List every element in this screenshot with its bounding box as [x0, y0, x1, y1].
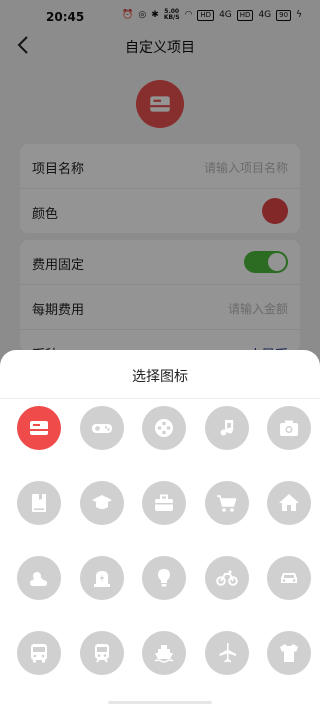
film-reel-icon [155, 419, 173, 437]
icon-option-home[interactable] [267, 481, 311, 525]
train-icon [94, 644, 109, 663]
icon-option-train[interactable] [79, 631, 124, 675]
book-icon [32, 494, 46, 512]
alarm-light-icon [93, 571, 110, 587]
lightbulb-icon [158, 569, 170, 587]
tshirt-icon [280, 644, 298, 662]
briefcase-icon [155, 494, 173, 511]
icon-option-music[interactable] [204, 406, 249, 450]
ship-icon [154, 645, 174, 663]
home-icon [279, 494, 299, 511]
camera-icon [280, 420, 298, 436]
icon-option-car[interactable] [267, 556, 311, 600]
icon-option-bicycle[interactable] [204, 556, 249, 600]
airplane-icon [219, 643, 236, 663]
icon-option-shopping-cart[interactable] [204, 481, 249, 525]
car-icon [281, 573, 297, 583]
graduation-cap-icon [91, 495, 112, 509]
sheet-title: 选择图标 [132, 369, 188, 385]
shopping-cart-icon [216, 495, 236, 512]
sheet-divider [0, 398, 320, 399]
music-icon [220, 420, 233, 436]
bus-icon [31, 644, 47, 663]
icon-option-book[interactable] [17, 481, 61, 525]
icon-option-gamepad[interactable] [79, 406, 124, 450]
icon-option-tshirt[interactable] [267, 631, 311, 675]
weather-icon [30, 572, 47, 586]
icon-option-card[interactable] [17, 406, 61, 450]
icon-option-briefcase[interactable] [142, 481, 186, 525]
icon-option-graduation-cap[interactable] [79, 481, 124, 525]
icon-option-ship[interactable] [142, 631, 186, 675]
icon-option-film-reel[interactable] [142, 406, 186, 450]
gamepad-icon [91, 424, 112, 433]
icon-option-alarm-light[interactable] [79, 556, 124, 600]
icon-option-camera[interactable] [267, 406, 311, 450]
card-icon [30, 421, 48, 435]
icon-option-weather[interactable] [17, 556, 61, 600]
icon-option-airplane[interactable] [204, 631, 249, 675]
icon-option-bus[interactable] [17, 631, 61, 675]
bicycle-icon [215, 570, 238, 586]
icon-option-lightbulb[interactable] [142, 556, 186, 600]
icon-picker-sheet: 选择图标 [0, 350, 320, 704]
